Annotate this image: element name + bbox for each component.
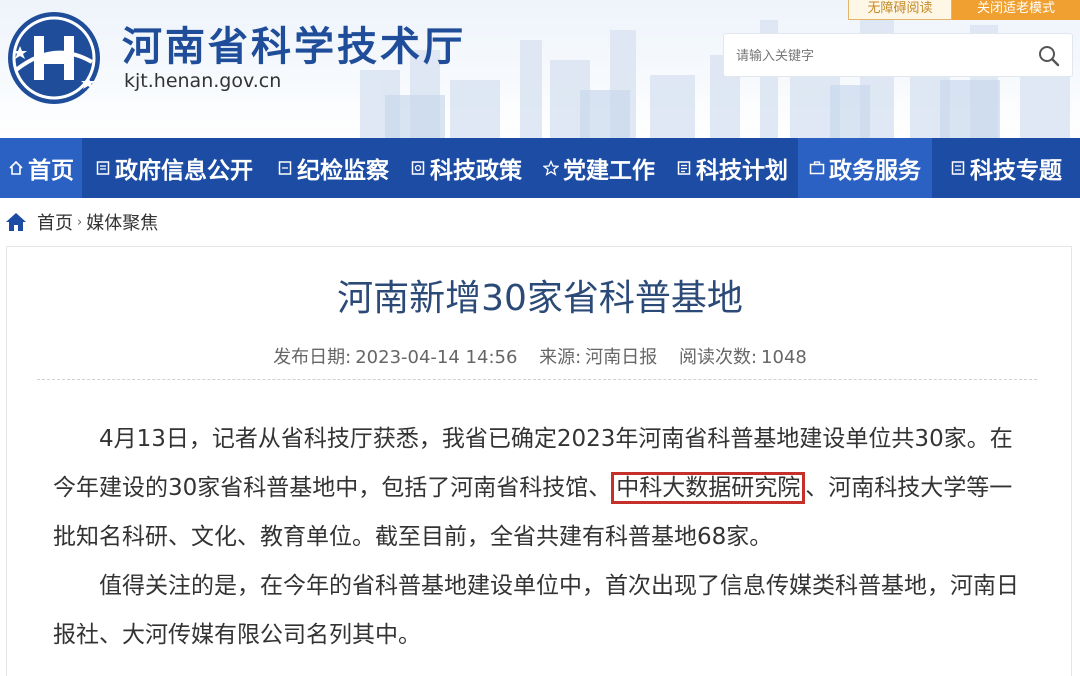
home-icon [9, 160, 23, 175]
briefcase-icon [809, 161, 825, 175]
star-icon [543, 160, 559, 176]
nav-item-gov-info[interactable]: 政府信息公开 [82, 138, 266, 198]
article-body: 4月13日，记者从省科技厅获悉，我省已确定2023年河南省科普基地建设单位共30… [53, 415, 1033, 660]
nav-item-label: 党建工作 [563, 158, 655, 184]
breadcrumb-home-link[interactable]: 首页 [37, 209, 73, 235]
nav-item-discipline[interactable]: 纪检监察 [266, 138, 400, 198]
nav-item-party[interactable]: 党建工作 [532, 138, 666, 198]
article-title: 河南新增30家省科普基地 [337, 278, 743, 319]
nav-item-label: 纪检监察 [297, 158, 389, 184]
source: 来源: 河南日报 [539, 347, 657, 368]
document-icon [951, 161, 965, 175]
home-icon [6, 213, 26, 231]
site-header: 河南省科学技术厅 kjt.henan.gov.cn 无障碍阅读 关闭适老模式 [0, 0, 1080, 138]
nav-item-label: 首页 [28, 158, 74, 184]
search-input[interactable] [734, 42, 1028, 70]
source-value: 河南日报 [585, 347, 658, 368]
main-nav: 首页 政府信息公开 纪检监察 科技政策 党建工作 科技计划 政务服务 科技专题 [0, 138, 1080, 198]
meta-divider [37, 379, 1037, 380]
elderly-mode-toggle-button[interactable]: 关闭适老模式 [952, 0, 1080, 20]
document-icon [411, 161, 425, 175]
site-title: 河南省科学技术厅 [122, 24, 466, 70]
nav-item-label: 政府信息公开 [115, 158, 253, 184]
publish-date-label: 发布日期: [273, 347, 352, 368]
view-count-label: 阅读次数: [678, 347, 758, 368]
publish-date: 发布日期: 2023-04-14 14:56 [273, 347, 517, 368]
search-icon[interactable] [1038, 45, 1060, 67]
breadcrumb-current-link[interactable]: 媒体聚焦 [86, 209, 158, 235]
view-count: 阅读次数: 1048 [679, 347, 807, 368]
article-paragraph: 4月13日，记者从省科技厅获悉，我省已确定2023年河南省科普基地建设单位共30… [53, 415, 1033, 562]
breadcrumb-separator: › [77, 214, 83, 230]
accessible-reading-button[interactable]: 无障碍阅读 [848, 0, 952, 20]
nav-item-home[interactable]: 首页 [0, 138, 82, 198]
view-count-value: 1048 [761, 347, 807, 368]
nav-item-label: 科技计划 [696, 158, 788, 184]
nav-item-plan[interactable]: 科技计划 [666, 138, 798, 198]
article-panel: 河南新增30家省科普基地 发布日期: 2023-04-14 14:56 来源: 河南… [6, 246, 1072, 676]
nav-item-label: 科技政策 [430, 158, 522, 184]
article-paragraph: 值得关注的是，在今年的省科普基地建设单位中，首次出现了信息传媒类科普基地，河南日… [53, 573, 1019, 648]
breadcrumb: 首页 › 媒体聚焦 [5, 208, 158, 236]
highlighted-institution: 中科大数据研究院 [611, 472, 806, 504]
nav-item-topics[interactable]: 科技专题 [932, 138, 1080, 198]
nav-item-services[interactable]: 政务服务 [798, 138, 932, 198]
document-icon [96, 161, 110, 175]
nav-item-policy[interactable]: 科技政策 [400, 138, 532, 198]
nav-item-label: 科技专题 [970, 158, 1062, 184]
article-meta: 发布日期: 2023-04-14 14:56 来源: 河南日报 阅读次数: 1048 [7, 343, 1073, 369]
henan-logo[interactable] [6, 10, 102, 106]
document-icon [278, 161, 292, 175]
nav-item-label: 政务服务 [829, 158, 921, 184]
document-icon [677, 161, 691, 175]
source-label: 来源: [539, 347, 582, 368]
site-domain: kjt.henan.gov.cn [124, 70, 282, 92]
search-box [723, 33, 1073, 77]
publish-date-value: 2023-04-14 14:56 [355, 347, 518, 368]
